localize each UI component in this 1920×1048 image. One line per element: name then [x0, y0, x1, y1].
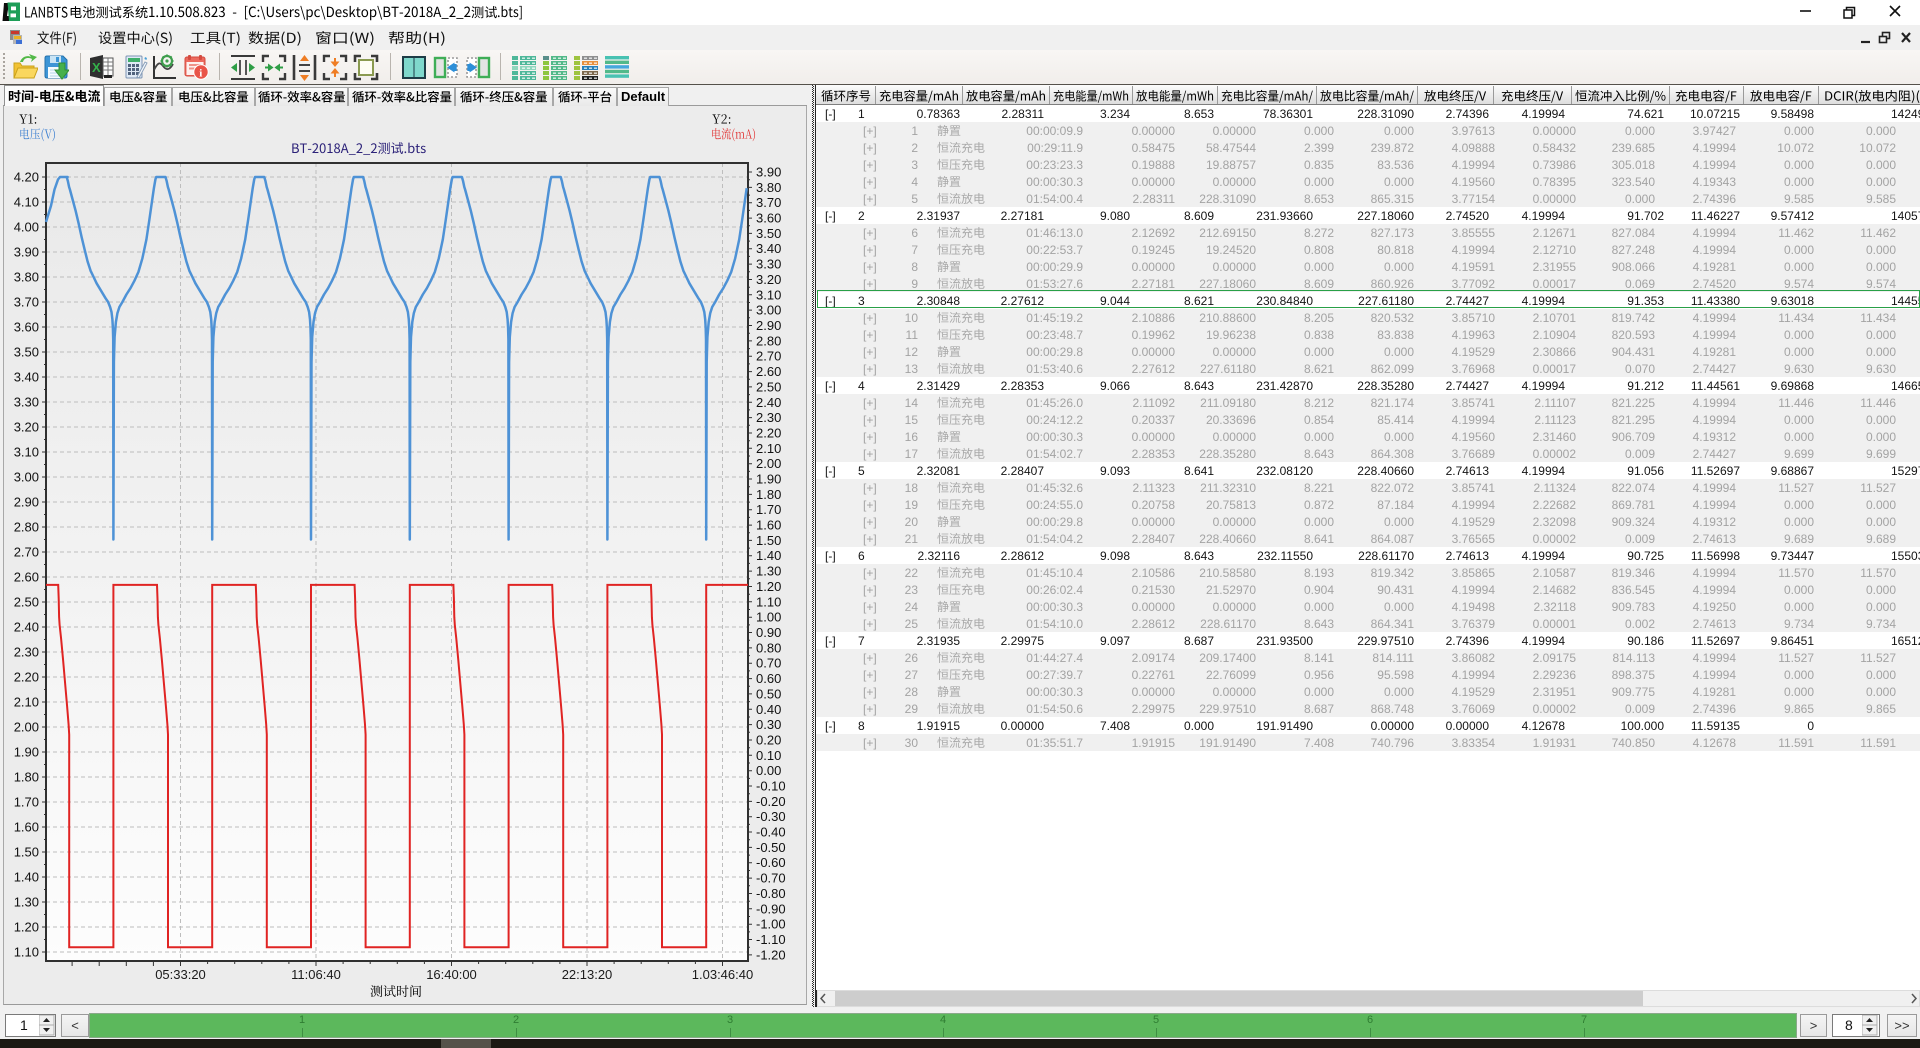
svg-text:2.10: 2.10	[756, 441, 781, 456]
svg-text:-0.70: -0.70	[756, 871, 786, 886]
svg-text:1.70: 1.70	[14, 795, 39, 810]
svg-text:11:06:40: 11:06:40	[291, 967, 341, 982]
svg-text:-0.20: -0.20	[756, 794, 786, 809]
svg-text:-1.10: -1.10	[756, 932, 786, 947]
svg-text:2.90: 2.90	[14, 495, 39, 510]
svg-text:1.00: 1.00	[756, 610, 781, 625]
svg-text:3.50: 3.50	[14, 345, 39, 360]
svg-text:0.50: 0.50	[756, 686, 781, 701]
svg-text:1.50: 1.50	[14, 845, 39, 860]
svg-text:3.80: 3.80	[756, 180, 781, 195]
svg-text:16:40:00: 16:40:00	[426, 967, 477, 982]
svg-text:1.80: 1.80	[756, 487, 781, 502]
svg-text:0.00: 0.00	[756, 763, 781, 778]
svg-text:1.60: 1.60	[14, 820, 39, 835]
svg-text:3.40: 3.40	[756, 241, 781, 256]
svg-text:3.10: 3.10	[14, 445, 39, 460]
svg-text:3.30: 3.30	[756, 257, 781, 272]
svg-text:0.60: 0.60	[756, 671, 781, 686]
svg-text:3.90: 3.90	[14, 245, 39, 260]
svg-text:2.90: 2.90	[756, 318, 781, 333]
svg-text:3.20: 3.20	[756, 272, 781, 287]
svg-text:1.90: 1.90	[14, 745, 39, 760]
svg-text:05:33:20: 05:33:20	[155, 967, 206, 982]
svg-text:3.80: 3.80	[14, 270, 39, 285]
svg-text:3.60: 3.60	[14, 320, 39, 335]
svg-text:1.10: 1.10	[14, 945, 39, 960]
svg-text:1.30: 1.30	[14, 895, 39, 910]
svg-text:-1.00: -1.00	[756, 917, 786, 932]
svg-text:2.80: 2.80	[14, 520, 39, 535]
svg-text:2.20: 2.20	[756, 426, 781, 441]
svg-text:i: i	[199, 67, 202, 79]
svg-text:3.20: 3.20	[14, 420, 39, 435]
svg-text:2.70: 2.70	[756, 349, 781, 364]
svg-text:0.10: 0.10	[756, 748, 781, 763]
svg-text:2.10: 2.10	[14, 695, 39, 710]
svg-text:X: X	[92, 60, 101, 75]
svg-text:2.30: 2.30	[756, 410, 781, 425]
svg-text:2.60: 2.60	[14, 570, 39, 585]
svg-text:0.70: 0.70	[756, 656, 781, 671]
svg-text:2.50: 2.50	[14, 595, 39, 610]
svg-text:3.30: 3.30	[14, 395, 39, 410]
svg-text:1.70: 1.70	[756, 502, 781, 517]
svg-text:1.50: 1.50	[756, 533, 781, 548]
svg-text:1.03:46:40: 1.03:46:40	[692, 967, 753, 982]
svg-text:2.40: 2.40	[756, 395, 781, 410]
svg-text:1.40: 1.40	[14, 870, 39, 885]
svg-text:-0.10: -0.10	[756, 779, 786, 794]
svg-text:1.80: 1.80	[14, 770, 39, 785]
svg-text:4.20: 4.20	[14, 170, 39, 185]
svg-text:0.40: 0.40	[756, 702, 781, 717]
svg-text:1.10: 1.10	[756, 594, 781, 609]
svg-text:-0.30: -0.30	[756, 809, 786, 824]
svg-text:2.80: 2.80	[756, 333, 781, 348]
svg-text:1.60: 1.60	[756, 518, 781, 533]
svg-text:3.90: 3.90	[756, 165, 781, 180]
svg-text:-0.90: -0.90	[756, 901, 786, 916]
svg-text:-0.40: -0.40	[756, 825, 786, 840]
svg-text:-0.80: -0.80	[756, 886, 786, 901]
svg-text:-1.20: -1.20	[756, 947, 786, 962]
svg-text:2.20: 2.20	[14, 670, 39, 685]
svg-text:-0.50: -0.50	[756, 840, 786, 855]
svg-text:22:13:20: 22:13:20	[562, 967, 613, 982]
svg-text:3.50: 3.50	[756, 226, 781, 241]
svg-text:0.20: 0.20	[756, 733, 781, 748]
svg-text:-0.60: -0.60	[756, 855, 786, 870]
svg-text:1.20: 1.20	[756, 579, 781, 594]
svg-text:1.30: 1.30	[756, 564, 781, 579]
svg-text:1.20: 1.20	[14, 920, 39, 935]
